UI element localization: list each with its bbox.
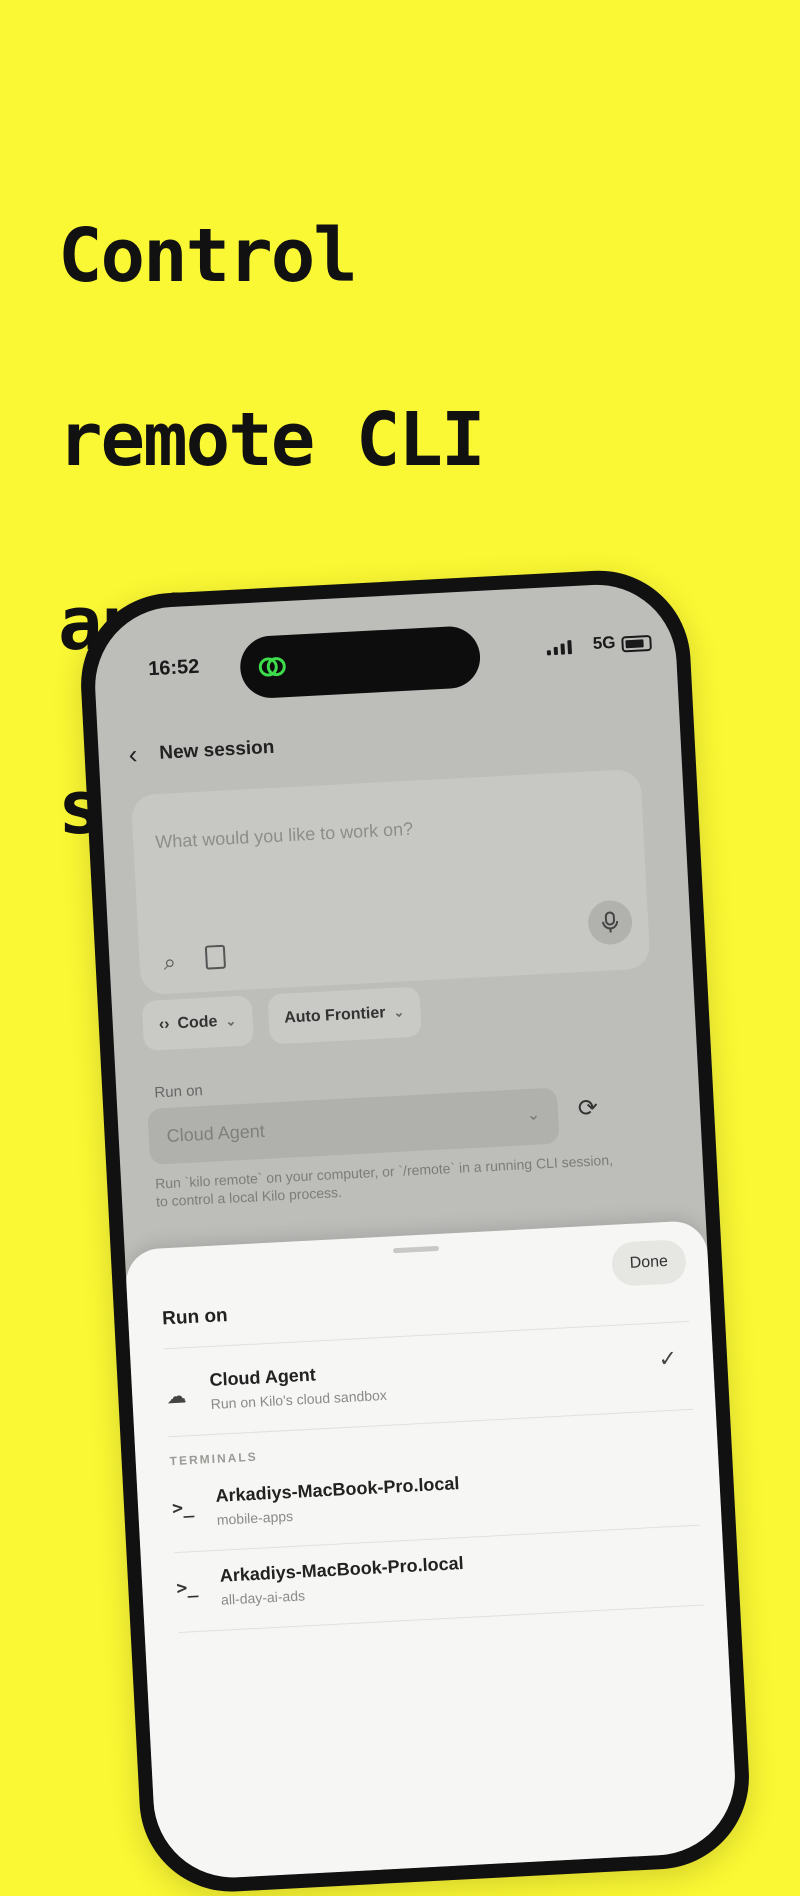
- phone-mockup: 16:52 5G ‹ New session What would you li…: [76, 566, 754, 1896]
- network-label: 5G: [592, 632, 616, 653]
- phone-screen: 16:52 5G ‹ New session What would you li…: [91, 580, 739, 1882]
- checkmark-icon: ✓: [657, 1345, 678, 1372]
- headline-line-2: remote CLI: [58, 397, 486, 483]
- prompt-input[interactable]: What would you like to work on? ⌕: [130, 768, 651, 996]
- page-title: New session: [158, 736, 275, 764]
- dynamic-island: [238, 624, 482, 700]
- option-subtitle: all-day-ai-ads: [220, 1587, 306, 1608]
- option-subtitle: Run on Kilo's cloud sandbox: [210, 1386, 388, 1413]
- sheet-grabber[interactable]: [392, 1245, 440, 1254]
- attachment-icon[interactable]: ⌕: [163, 949, 177, 976]
- chevron-down-icon: ⌄: [225, 1013, 237, 1029]
- option-chips: ‹› Code ⌄ Auto Frontier ⌄: [141, 986, 422, 1052]
- chevron-down-icon: ⌄: [393, 1004, 405, 1020]
- run-on-sheet: Done Run on ☁ Cloud Agent Run on Kilo's …: [124, 1219, 739, 1882]
- terminal-icon: >_: [175, 1576, 199, 1600]
- link-icon: [258, 657, 286, 677]
- status-bar: 16:52 5G: [91, 581, 677, 701]
- sheet-title: Run on: [161, 1305, 229, 1330]
- run-on-value: Cloud Agent: [166, 1120, 266, 1146]
- option-terminal-2[interactable]: >_ Arkadiys-MacBook-Pro.local all-day-ai…: [175, 1541, 703, 1624]
- divider: [163, 1320, 690, 1350]
- option-terminal-1[interactable]: >_ Arkadiys-MacBook-Pro.local mobile-app…: [171, 1461, 699, 1544]
- signal-icon: [546, 640, 573, 656]
- headline-line-1: Control: [58, 213, 358, 299]
- option-title: Cloud Agent: [209, 1364, 317, 1391]
- option-cloud-agent[interactable]: ☁ Cloud Agent Run on Kilo's cloud sandbo…: [165, 1345, 693, 1428]
- done-button[interactable]: Done: [610, 1239, 688, 1287]
- cloud-icon: ☁: [165, 1385, 187, 1409]
- document-icon[interactable]: [204, 944, 227, 970]
- status-time: 16:52: [147, 655, 200, 681]
- option-title: Arkadiys-MacBook-Pro.local: [215, 1473, 460, 1506]
- run-on-label: Run on: [153, 1082, 204, 1102]
- code-icon: ‹›: [158, 1015, 170, 1034]
- run-on-select[interactable]: Cloud Agent ⌄: [147, 1087, 560, 1165]
- back-icon[interactable]: ‹: [128, 739, 138, 770]
- prompt-placeholder: What would you like to work on?: [154, 818, 414, 853]
- battery-icon: [621, 634, 652, 653]
- mode-chip[interactable]: ‹› Code ⌄: [141, 995, 254, 1052]
- terminal-icon: >_: [171, 1497, 195, 1520]
- mode-chip-label: Code: [177, 1013, 218, 1033]
- model-chip[interactable]: Auto Frontier ⌄: [266, 986, 422, 1045]
- microphone-icon: [602, 911, 619, 933]
- nav-bar: ‹ New session: [128, 732, 275, 771]
- chevron-down-icon: ⌄: [526, 1106, 541, 1125]
- option-subtitle: mobile-apps: [216, 1507, 294, 1528]
- model-chip-label: Auto Frontier: [283, 1004, 386, 1027]
- microphone-button[interactable]: [587, 899, 634, 946]
- option-title: Arkadiys-MacBook-Pro.local: [219, 1553, 465, 1586]
- refresh-icon[interactable]: ⟳: [577, 1093, 599, 1123]
- section-label: TERMINALS: [169, 1449, 258, 1469]
